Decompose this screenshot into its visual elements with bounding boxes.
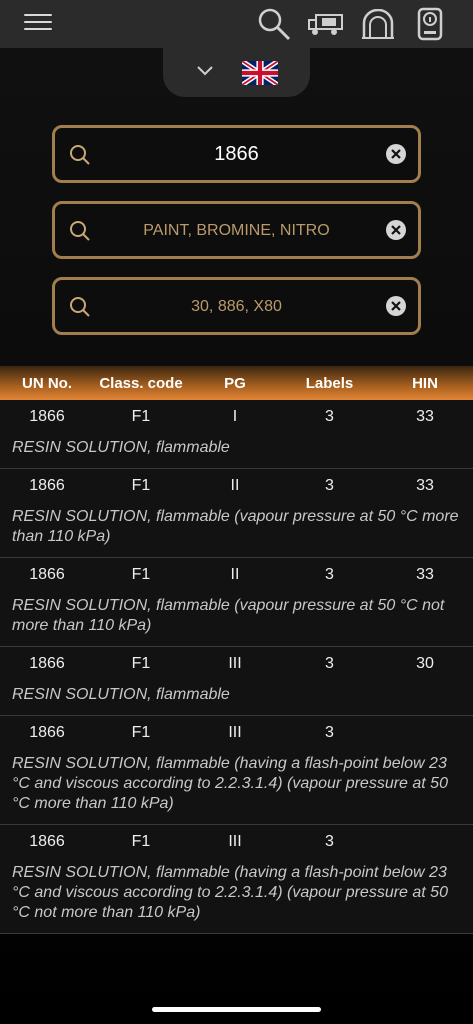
name-input[interactable] [55,204,418,256]
name-search [52,201,421,259]
cell-un: 1866 [29,833,65,850]
table-row[interactable]: 1866 F1 III 3 RESIN SOLUTION, flammable … [0,825,473,934]
cell-labels: 3 [325,655,334,672]
table-row[interactable]: 1866 F1 II 3 33 RESIN SOLUTION, flammabl… [0,558,473,647]
row-description: RESIN SOLUTION, flammable (vapour pressu… [12,597,445,634]
chevron-down-icon [196,64,214,82]
cell-pg: III [228,655,242,672]
header-pg[interactable]: PG [188,375,282,392]
cell-hin: 33 [416,477,434,494]
clear-icon[interactable] [386,144,406,164]
un-number-search [52,125,421,183]
cell-un: 1866 [29,566,65,583]
clear-icon[interactable] [386,220,406,240]
cell-pg: II [230,566,240,583]
cell-class: F1 [131,566,151,583]
cell-class: F1 [131,833,151,850]
cell-pg: III [228,833,242,850]
cell-pg: II [230,477,240,494]
united-kingdom-flag-icon [241,60,278,85]
row-description: RESIN SOLUTION, flammable (having a flas… [12,864,448,921]
cell-class: F1 [131,655,151,672]
table-row[interactable]: 1866 F1 I 3 33 RESIN SOLUTION, flammable [0,400,473,469]
cell-hin: 30 [416,655,434,672]
search-icon [69,144,91,171]
cell-hin: 33 [416,566,434,583]
clear-icon[interactable] [386,296,406,316]
cell-un: 1866 [29,655,65,672]
header-labels[interactable]: Labels [282,375,377,392]
top-bar [0,0,473,48]
row-description: RESIN SOLUTION, flammable (having a flas… [12,755,448,812]
device-info-icon[interactable] [411,5,449,43]
hin-search [52,277,421,335]
cell-class: F1 [131,477,151,494]
main-content: UN No. Class. code PG Labels HIN 1866 F1… [0,48,473,1024]
toolbar-icons [255,4,449,44]
search-icon [69,296,91,323]
table-row[interactable]: 1866 F1 II 3 33 RESIN SOLUTION, flammabl… [0,469,473,558]
cell-labels: 3 [325,566,334,583]
cell-class: F1 [131,408,151,425]
hin-input[interactable] [55,280,418,332]
cell-pg: I [232,408,238,425]
menu-icon[interactable] [24,14,52,34]
cell-labels: 3 [325,477,334,494]
table-row[interactable]: 1866 F1 III 3 RESIN SOLUTION, flammable … [0,716,473,825]
table-header: UN No. Class. code PG Labels HIN [0,366,473,400]
cell-pg: III [228,724,242,741]
table-row[interactable]: 1866 F1 III 3 30 RESIN SOLUTION, flammab… [0,647,473,716]
row-description: RESIN SOLUTION, flammable (vapour pressu… [12,508,459,545]
cell-un: 1866 [29,477,65,494]
search-icon [69,220,91,247]
header-un-no[interactable]: UN No. [0,375,94,392]
cell-labels: 3 [325,724,334,741]
header-class-code[interactable]: Class. code [94,375,188,392]
row-description: RESIN SOLUTION, flammable [12,686,230,703]
results-list: 1866 F1 I 3 33 RESIN SOLUTION, flammable… [0,400,473,934]
cell-un: 1866 [29,724,65,741]
language-dropdown[interactable] [163,48,310,97]
cell-un: 1866 [29,408,65,425]
search-icon[interactable] [255,5,293,43]
header-hin[interactable]: HIN [377,375,473,392]
un-number-input[interactable] [55,128,418,180]
tunnel-icon[interactable] [359,5,397,43]
home-indicator[interactable] [152,1007,321,1012]
cell-hin: 33 [416,408,434,425]
truck-icon[interactable] [307,5,345,43]
row-description: RESIN SOLUTION, flammable [12,439,230,456]
cell-labels: 3 [325,833,334,850]
cell-labels: 3 [325,408,334,425]
cell-class: F1 [131,724,151,741]
